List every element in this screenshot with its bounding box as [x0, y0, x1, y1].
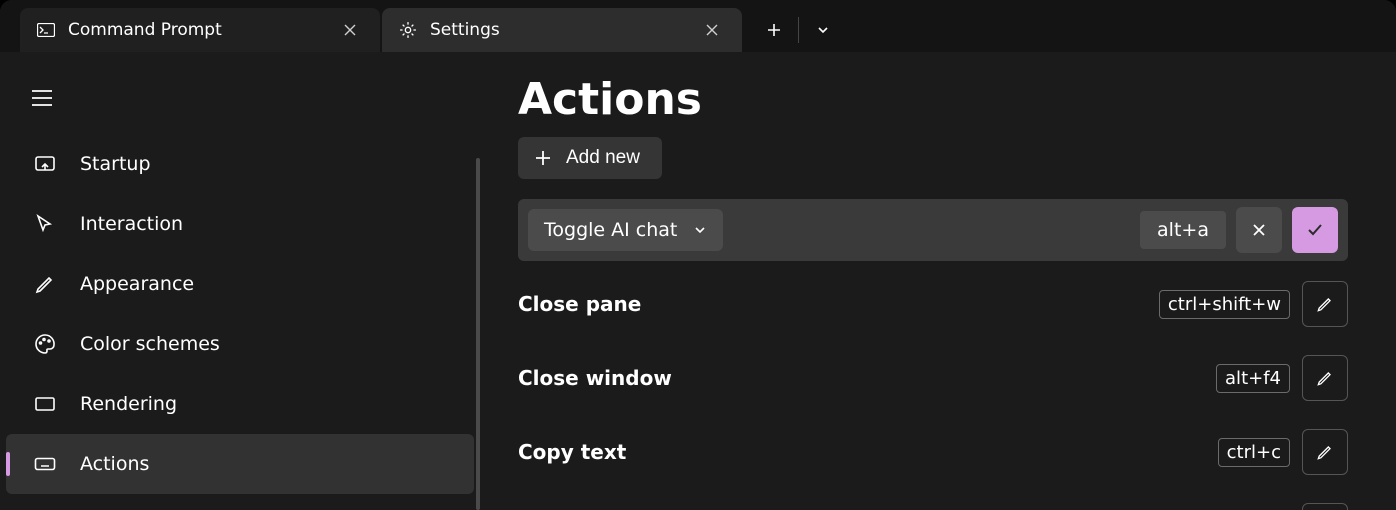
shortcut-badge: alt+f4: [1216, 364, 1290, 393]
action-select[interactable]: Toggle AI chat: [528, 209, 723, 251]
content-area: Startup Interaction Appearance: [0, 52, 1396, 510]
titlebar: Command Prompt Settings: [0, 0, 1396, 52]
edit-button[interactable]: [1302, 503, 1348, 510]
sidebar-scrollbar[interactable]: [476, 158, 480, 510]
close-icon: [1251, 222, 1267, 238]
sidebar-item-appearance[interactable]: Appearance: [6, 254, 474, 314]
edit-button[interactable]: [1302, 429, 1348, 475]
chevron-down-icon: [693, 223, 707, 237]
sidebar-item-actions[interactable]: Actions: [6, 434, 474, 494]
action-row: Decrease font size ctrl+minus: [518, 495, 1348, 510]
sidebar-item-label: Appearance: [80, 273, 194, 295]
action-label: Close pane: [518, 292, 1147, 316]
new-tab-button[interactable]: [752, 8, 796, 52]
hamburger-icon[interactable]: [22, 78, 62, 118]
sidebar-item-label: Rendering: [80, 393, 177, 415]
plus-icon: [534, 149, 552, 167]
sidebar-item-label: Color schemes: [80, 333, 220, 355]
sidebar: Startup Interaction Appearance: [0, 52, 480, 510]
add-new-label: Add new: [566, 147, 640, 169]
action-select-label: Toggle AI chat: [544, 219, 677, 241]
close-icon[interactable]: [334, 14, 366, 46]
cancel-button[interactable]: [1236, 207, 1282, 253]
actions-list: Toggle AI chat: [518, 199, 1348, 510]
shortcut-badge: ctrl+c: [1218, 438, 1290, 467]
sidebar-item-label: Startup: [80, 153, 151, 175]
action-label: Close window: [518, 366, 1204, 390]
edit-button[interactable]: [1302, 281, 1348, 327]
action-row: Copy text ctrl+c: [518, 421, 1348, 483]
pencil-icon: [1315, 368, 1335, 388]
close-icon[interactable]: [696, 14, 728, 46]
command-prompt-icon: [36, 20, 56, 40]
sidebar-item-label: Actions: [80, 453, 149, 475]
sidebar-item-interaction[interactable]: Interaction: [6, 194, 474, 254]
app-window: Command Prompt Settings: [0, 0, 1396, 510]
shortcut-input[interactable]: [1140, 211, 1226, 249]
palette-icon: [32, 331, 58, 357]
tab-command-prompt[interactable]: Command Prompt: [20, 8, 380, 52]
action-row-editing: Toggle AI chat: [518, 199, 1348, 261]
rendering-icon: [32, 391, 58, 417]
nav-list: Startup Interaction Appearance: [0, 128, 480, 494]
shortcut-badge: ctrl+shift+w: [1159, 290, 1290, 319]
pencil-icon: [1315, 294, 1335, 314]
tab-label: Command Prompt: [68, 20, 322, 40]
titlebar-actions: [742, 8, 845, 52]
accept-button[interactable]: [1292, 207, 1338, 253]
edit-button[interactable]: [1302, 355, 1348, 401]
tab-dropdown-button[interactable]: [801, 8, 845, 52]
tab-settings[interactable]: Settings: [382, 8, 742, 52]
sidebar-item-rendering[interactable]: Rendering: [6, 374, 474, 434]
check-icon: [1306, 221, 1324, 239]
divider: [798, 17, 799, 43]
sidebar-item-color-schemes[interactable]: Color schemes: [6, 314, 474, 374]
sidebar-item-label: Interaction: [80, 213, 183, 235]
action-row: Close window alt+f4: [518, 347, 1348, 409]
gear-icon: [398, 20, 418, 40]
add-new-button[interactable]: Add new: [518, 137, 662, 179]
tab-label: Settings: [430, 20, 684, 40]
pencil-icon: [1315, 442, 1335, 462]
action-row: Close pane ctrl+shift+w: [518, 273, 1348, 335]
keyboard-icon: [32, 451, 58, 477]
main-panel: Actions Add new Toggle AI chat: [480, 52, 1396, 510]
startup-icon: [32, 151, 58, 177]
page-title: Actions: [518, 74, 1348, 125]
appearance-icon: [32, 271, 58, 297]
interaction-icon: [32, 211, 58, 237]
sidebar-item-startup[interactable]: Startup: [6, 134, 474, 194]
action-label: Copy text: [518, 440, 1206, 464]
